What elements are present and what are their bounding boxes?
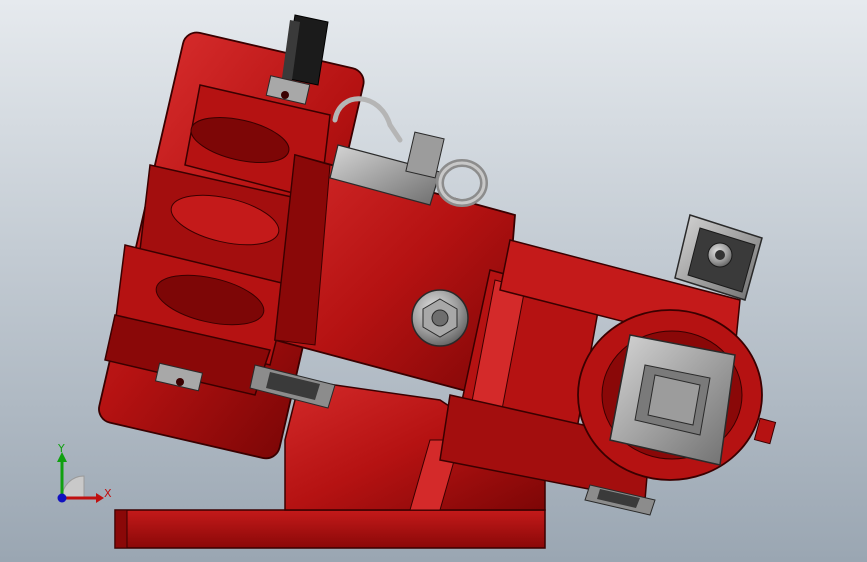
- z-axis-dot: [57, 493, 67, 503]
- lifting-eye-bolt: [436, 159, 488, 207]
- x-axis-label: X: [104, 487, 112, 500]
- center-hex-bolt: [411, 289, 469, 347]
- coordinate-triad: Y X: [57, 442, 112, 503]
- cad-viewport[interactable]: Y X: [0, 0, 867, 562]
- y-axis-label: Y: [57, 442, 65, 455]
- base-plate: [114, 509, 546, 549]
